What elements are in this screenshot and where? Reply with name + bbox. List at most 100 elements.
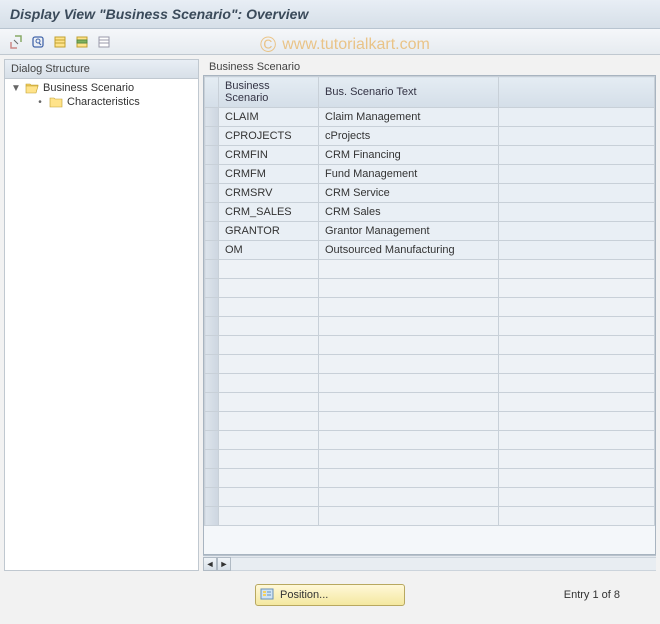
cell-spacer [499,241,655,260]
table-row[interactable]: OMOutsourced Manufacturing [205,241,655,260]
select-block-icon[interactable] [72,32,92,52]
table-row-empty [205,450,655,469]
select-all-header[interactable] [205,77,219,108]
table-row-empty [205,336,655,355]
cell-text[interactable]: Grantor Management [319,222,499,241]
table-row[interactable]: CRMFMFund Management [205,165,655,184]
column-header-text[interactable]: Bus. Scenario Text [319,77,499,108]
cell-empty [499,260,655,279]
scrollbar-track[interactable] [231,557,656,571]
row-selector[interactable] [205,355,219,374]
row-selector[interactable] [205,374,219,393]
cell-spacer [499,203,655,222]
row-selector[interactable] [205,336,219,355]
tree-node-characteristics[interactable]: • Characteristics [9,95,194,109]
row-selector[interactable] [205,108,219,127]
cell-empty [219,488,319,507]
table-header-row: Business Scenario Bus. Scenario Text [205,77,655,108]
horizontal-scrollbar[interactable]: ◄ ► [203,555,656,571]
column-header-spacer [499,77,655,108]
row-selector[interactable] [205,127,219,146]
tree-collapse-icon[interactable]: ▼ [11,83,21,94]
row-selector[interactable] [205,279,219,298]
table-row-empty [205,393,655,412]
cell-text[interactable]: CRM Sales [319,203,499,222]
tree-node-business-scenario[interactable]: ▼ Business Scenario [9,81,194,95]
cell-empty [219,431,319,450]
cell-code[interactable]: GRANTOR [219,222,319,241]
row-selector[interactable] [205,431,219,450]
cell-empty [219,355,319,374]
toolbar [0,29,660,55]
business-scenario-table: Business Scenario Bus. Scenario Text CLA… [204,76,655,526]
position-button[interactable]: Position... [255,584,405,606]
cell-empty [499,393,655,412]
cell-spacer [499,127,655,146]
table-row[interactable]: CPROJECTScProjects [205,127,655,146]
table-row-empty [205,260,655,279]
cell-empty [319,450,499,469]
row-selector[interactable] [205,222,219,241]
row-selector[interactable] [205,393,219,412]
table-title: Business Scenario [203,59,656,75]
cell-code[interactable]: CRMFM [219,165,319,184]
cell-code[interactable]: CRM_SALES [219,203,319,222]
cell-empty [499,431,655,450]
scroll-right-icon[interactable]: ► [217,557,231,571]
cell-code[interactable]: CPROJECTS [219,127,319,146]
find-icon[interactable] [28,32,48,52]
cell-text[interactable]: CRM Service [319,184,499,203]
row-selector[interactable] [205,507,219,526]
cell-code[interactable]: OM [219,241,319,260]
cell-empty [499,469,655,488]
cell-spacer [499,222,655,241]
cell-empty [319,317,499,336]
row-selector[interactable] [205,317,219,336]
cell-text[interactable]: Outsourced Manufacturing [319,241,499,260]
deselect-all-icon[interactable] [94,32,114,52]
cell-empty [219,336,319,355]
table-row[interactable]: CRM_SALESCRM Sales [205,203,655,222]
position-icon [260,587,274,604]
table-row-empty [205,507,655,526]
cell-text[interactable]: Claim Management [319,108,499,127]
tree-node-label: Characteristics [67,96,140,108]
cell-code[interactable]: CRMFIN [219,146,319,165]
cell-text[interactable]: CRM Financing [319,146,499,165]
table-row[interactable]: GRANTORGrantor Management [205,222,655,241]
cell-empty [219,298,319,317]
row-selector[interactable] [205,298,219,317]
row-selector[interactable] [205,203,219,222]
cell-code[interactable]: CLAIM [219,108,319,127]
row-selector[interactable] [205,469,219,488]
table-row[interactable]: CLAIMClaim Management [205,108,655,127]
table-panel: Business Scenario Business Scenario Bus.… [203,59,656,571]
cell-spacer [499,165,655,184]
cell-empty [319,298,499,317]
cell-empty [219,450,319,469]
select-all-icon[interactable] [50,32,70,52]
column-header-code[interactable]: Business Scenario [219,77,319,108]
table-row[interactable]: CRMFINCRM Financing [205,146,655,165]
cell-empty [499,355,655,374]
row-selector[interactable] [205,488,219,507]
row-selector[interactable] [205,412,219,431]
row-selector[interactable] [205,146,219,165]
row-selector[interactable] [205,260,219,279]
folder-closed-icon [49,96,63,108]
cell-code[interactable]: CRMSRV [219,184,319,203]
table-row[interactable]: CRMSRVCRM Service [205,184,655,203]
row-selector[interactable] [205,184,219,203]
cell-empty [219,507,319,526]
scroll-left-icon[interactable]: ◄ [203,557,217,571]
row-selector[interactable] [205,165,219,184]
cell-text[interactable]: cProjects [319,127,499,146]
cell-text[interactable]: Fund Management [319,165,499,184]
row-selector[interactable] [205,450,219,469]
display-change-icon[interactable] [6,32,26,52]
cell-empty [219,412,319,431]
cell-empty [219,393,319,412]
row-selector[interactable] [205,241,219,260]
cell-empty [319,488,499,507]
cell-empty [319,336,499,355]
